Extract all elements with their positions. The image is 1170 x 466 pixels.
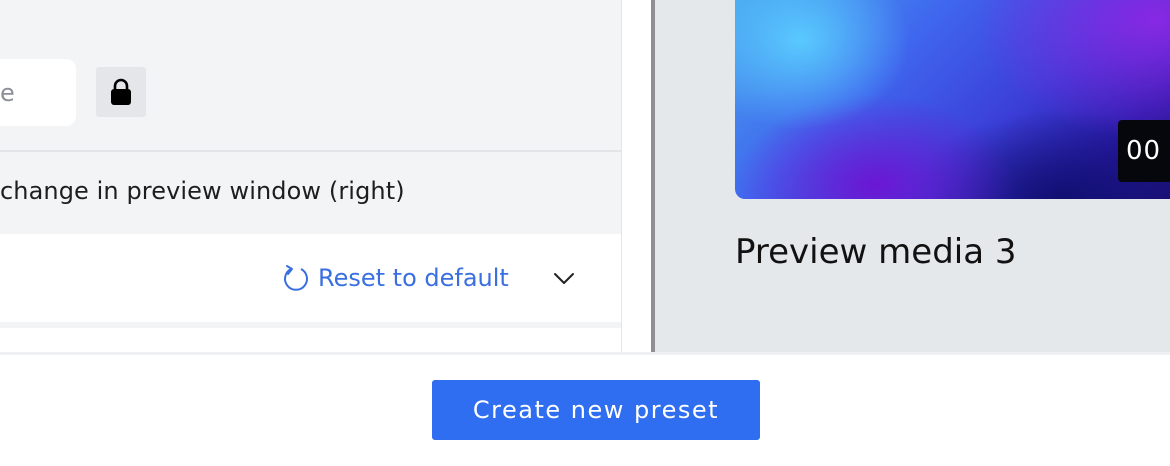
divider [0, 150, 621, 152]
footer-bar: Create new preset [0, 352, 1170, 466]
lock-icon [111, 78, 131, 105]
duration-text: 00 [1126, 136, 1162, 166]
preview-panel: 00 Preview media 3 [655, 0, 1170, 352]
chevron-down-icon[interactable] [550, 264, 578, 292]
size-input[interactable]: e [0, 59, 76, 126]
size-input-value: e [0, 79, 15, 107]
create-new-preset-button[interactable]: Create new preset [432, 380, 760, 440]
hint-text: change in preview window (right) [0, 177, 405, 205]
preview-media-thumbnail[interactable] [735, 0, 1170, 199]
settings-section-next [0, 328, 621, 352]
aspect-lock-button[interactable] [96, 67, 146, 117]
settings-section-header: Reset to default [0, 234, 621, 322]
duration-badge: 00 [1118, 120, 1170, 182]
settings-panel: e change in preview window (right) Reset… [0, 0, 622, 352]
reset-label: Reset to default [318, 264, 509, 292]
reset-icon [284, 265, 308, 291]
preview-media-title: Preview media 3 [735, 232, 1017, 272]
reset-to-default-button[interactable]: Reset to default [282, 257, 509, 299]
